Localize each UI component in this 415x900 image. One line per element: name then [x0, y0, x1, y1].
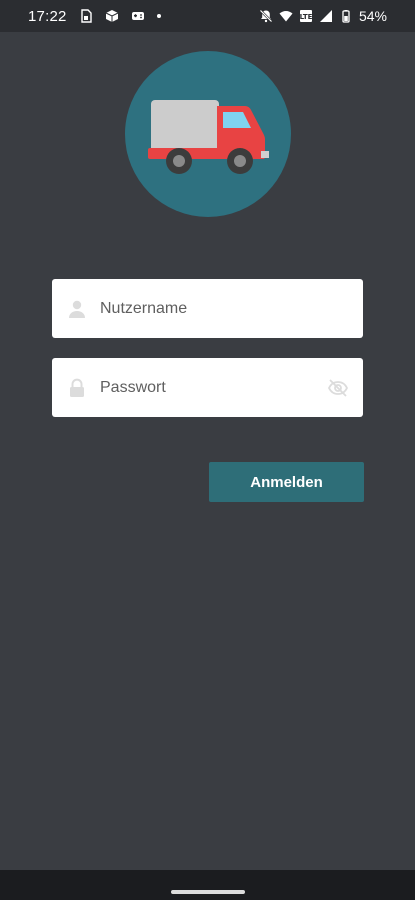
username-field[interactable] [52, 279, 363, 338]
status-bar-left: 17:22 [28, 0, 161, 32]
status-time: 17:22 [28, 7, 67, 25]
battery-icon [339, 9, 353, 23]
password-input[interactable] [100, 358, 319, 417]
sim-card-icon [79, 9, 93, 23]
svg-text:LTE: LTE [300, 13, 313, 21]
lock-icon [68, 378, 86, 398]
notification-dot-icon [156, 14, 161, 18]
password-field[interactable] [52, 358, 363, 417]
system-nav-bar [0, 870, 415, 900]
wifi-icon [279, 9, 293, 23]
package-icon [105, 9, 119, 23]
username-input[interactable] [100, 279, 319, 338]
status-bar-right: LTE 54% [259, 0, 387, 32]
gamepad-icon [131, 9, 145, 23]
visibility-off-icon[interactable] [327, 377, 349, 399]
status-bar: 17:22 LTE 54% [0, 0, 415, 32]
home-indicator[interactable] [171, 890, 245, 894]
battery-percentage: 54% [358, 8, 387, 24]
person-icon [68, 299, 86, 319]
signal-icon [319, 9, 333, 23]
login-screen: 17:22 LTE 54% Nutzername Anmelden [0, 0, 415, 900]
notifications-off-icon [259, 9, 273, 23]
app-logo [125, 51, 291, 217]
data-icon: LTE [299, 9, 313, 23]
delivery-truck-icon [148, 100, 269, 174]
login-button[interactable]: Anmelden [209, 462, 364, 502]
